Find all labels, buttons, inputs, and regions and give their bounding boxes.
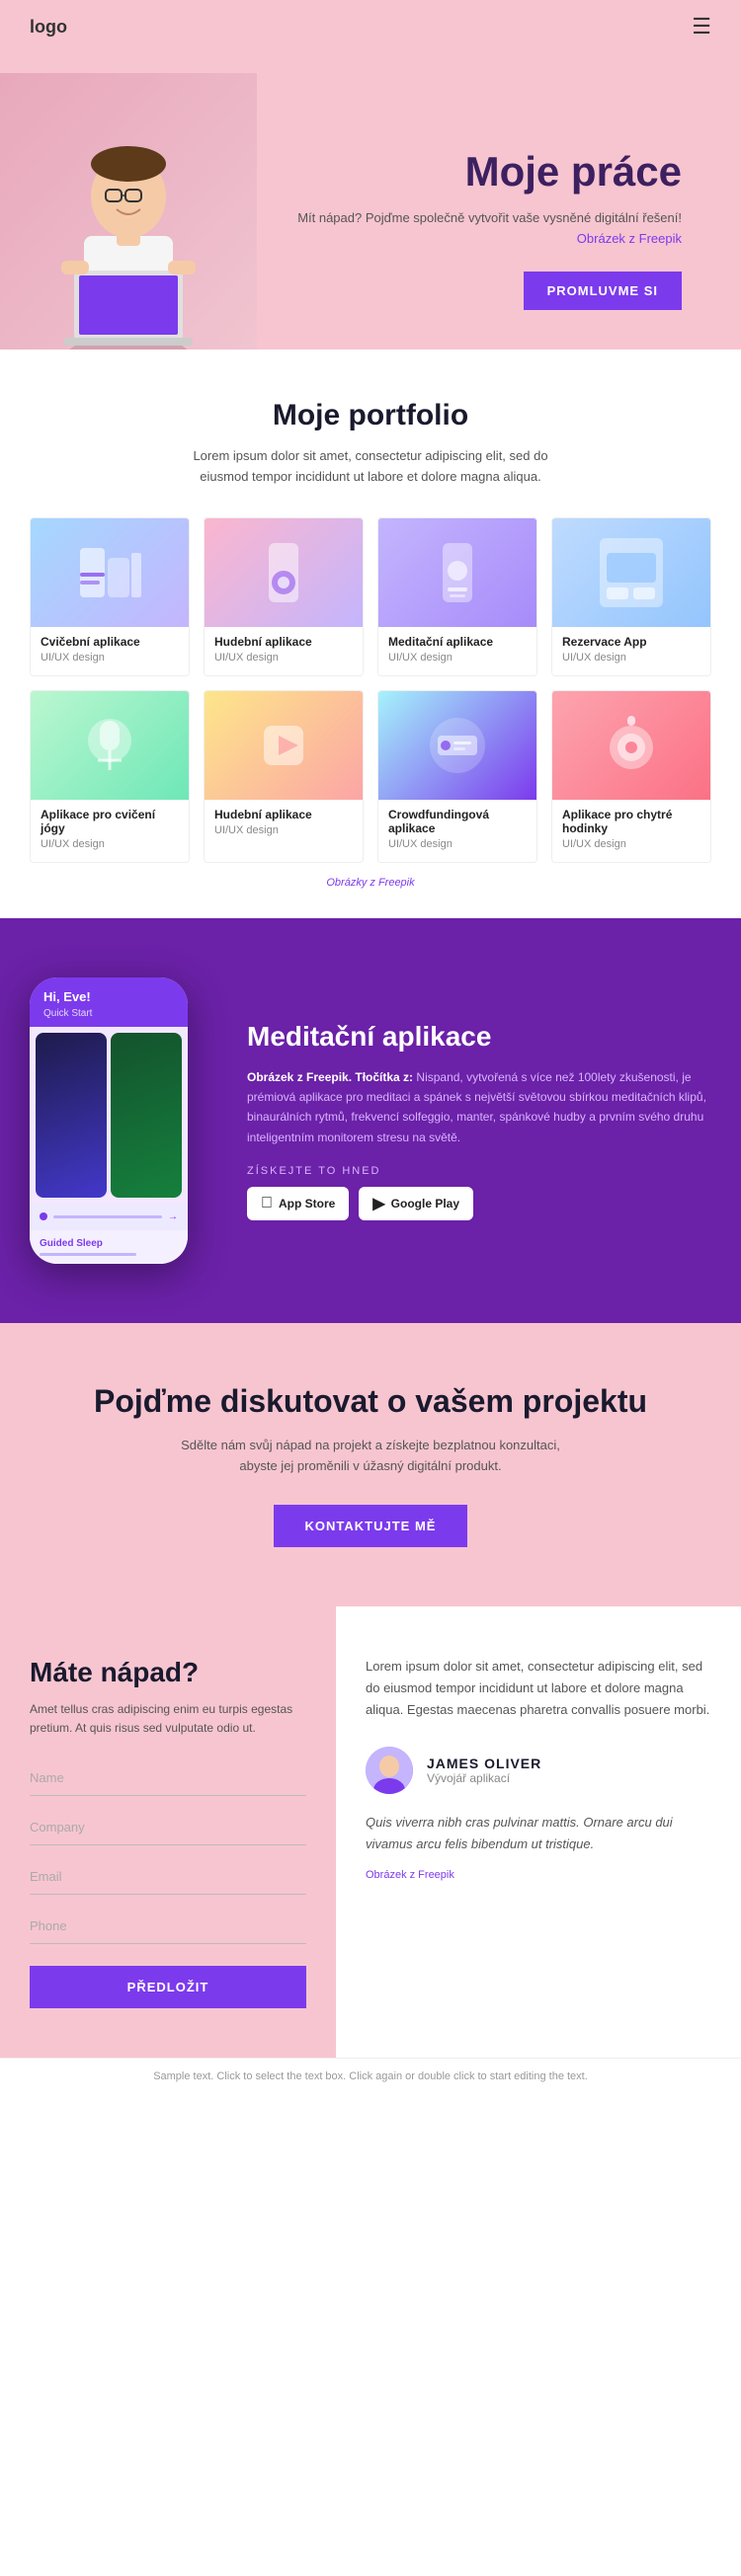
phone-greeting: Hi, Eve! [43,989,174,1004]
portfolio-card-name-1: Cvičební aplikace [41,635,179,649]
portfolio-card-name-7: Crowdfundingová aplikace [388,808,527,835]
portfolio-card-type-3: UI/UX design [388,652,527,664]
portfolio-description: Lorem ipsum dolor sit amet, consectetur … [173,446,568,488]
contact-button[interactable]: KONTAKTUJTE MĚ [274,1505,468,1547]
submit-button[interactable]: PŘEDLOŽIT [30,1966,306,2008]
footer: Sample text. Click to select the text bo… [0,2058,741,2094]
portfolio-card-5[interactable]: Aplikace pro cvičení jógy UI/UX design [30,690,190,863]
apple-icon:  [261,1195,273,1212]
contact-info-text: Lorem ipsum dolor sit amet, consectetur … [366,1656,711,1721]
hero-description: Mít nápad? Pojďme společně vytvořit vaše… [287,208,682,250]
portfolio-card-type-6: UI/UX design [214,824,353,836]
portfolio-card-name-5: Aplikace pro cvičení jógy [41,808,179,835]
logo: logo [30,17,67,38]
hamburger-menu-icon[interactable]: ☰ [692,14,711,39]
portfolio-grid-row2: Aplikace pro cvičení jógy UI/UX design H… [30,690,711,863]
store-buttons:  App Store ▶ Google Play [247,1187,711,1220]
portfolio-card-img-7 [378,691,536,800]
portfolio-title: Moje portfolio [30,399,711,432]
portfolio-card-4[interactable]: Rezervace App UI/UX design [551,517,711,676]
portfolio-card-type-8: UI/UX design [562,838,700,850]
phone-screen: Hi, Eve! Quick Start → Guided Sleep [30,977,188,1264]
portfolio-card-name-8: Aplikace pro chytré hodinky [562,808,700,835]
googleplay-icon: ▶ [372,1194,384,1213]
meditation-section: Hi, Eve! Quick Start → Guided Sleep Medi… [0,918,741,1323]
testimonial-credit: Obrázek z Freepik [366,1869,711,1881]
portfolio-card-6[interactable]: Hudební aplikace UI/UX design [204,690,364,863]
portfolio-card-type-1: UI/UX design [41,652,179,664]
portfolio-credit: Obrázky z Freepik [30,877,711,889]
hero-title: Moje práce [287,149,682,195]
name-input[interactable] [30,1760,306,1796]
footer-sample-text: Sample text. Click to select the text bo… [153,2070,588,2082]
hero-cta-button[interactable]: PROMLUVME SI [524,272,682,310]
portfolio-card-img-8 [552,691,710,800]
portfolio-card-type-2: UI/UX design [214,652,353,664]
discuss-description: Sdělte nám svůj nápad na projekt a získe… [163,1436,578,1477]
portfolio-card-type-7: UI/UX design [388,838,527,850]
get-now-label: ZÍSKEJTE TO HNED [247,1165,711,1177]
portfolio-card-img-1 [31,518,189,627]
portfolio-card-img-4 [552,518,710,627]
portfolio-card-name-4: Rezervace App [562,635,700,649]
portfolio-card-1[interactable]: Cvičební aplikace UI/UX design [30,517,190,676]
contact-form-title: Máte nápad? [30,1656,306,1689]
portfolio-freepik-link[interactable]: Obrázky z Freepik [326,877,414,889]
portfolio-card-8[interactable]: Aplikace pro chytré hodinky UI/UX design [551,690,711,863]
portfolio-card-img-6 [205,691,363,800]
googleplay-button[interactable]: ▶ Google Play [359,1187,473,1220]
contact-form-side: Máte nápad? Amet tellus cras adipiscing … [0,1606,336,2058]
testimonial-freepik-link[interactable]: Obrázek z Freepik [366,1869,454,1881]
hero-content: Moje práce Mít nápad? Pojďme společně vy… [257,110,701,350]
meditation-title: Meditační aplikace [247,1020,711,1054]
portfolio-grid: Cvičební aplikace UI/UX design Hudební a… [30,517,711,676]
portfolio-card-type-4: UI/UX design [562,652,700,664]
portfolio-card-name-2: Hudební aplikace [214,635,353,649]
author-name: JAMES OLIVER [427,1756,541,1771]
portfolio-card-3[interactable]: Meditační aplikace UI/UX design [377,517,537,676]
testimonial-author: JAMES OLIVER Vývojář aplikací [366,1747,711,1794]
meditation-content: Meditační aplikace Obrázek z Freepik. Tł… [247,1020,711,1220]
meditation-description: Obrázek z Freepik. Tłočítka z: Nispand, … [247,1067,711,1148]
contact-section: Máte nápad? Amet tellus cras adipiscing … [0,1606,741,2058]
contact-form-description: Amet tellus cras adipiscing enim eu turp… [30,1700,306,1738]
appstore-button[interactable]:  App Store [247,1187,349,1220]
portfolio-card-2[interactable]: Hudební aplikace UI/UX design [204,517,364,676]
testimonial-quote: Quis viverra nibh cras pulvinar mattis. … [366,1812,711,1855]
portfolio-card-img-5 [31,691,189,800]
contact-form: PŘEDLOŽIT [30,1760,306,2008]
phone-input[interactable] [30,1909,306,1944]
portfolio-card-name-6: Hudební aplikace [214,808,353,821]
meditation-phone-mockup: Hi, Eve! Quick Start → Guided Sleep [30,977,207,1264]
portfolio-card-7[interactable]: Crowdfundingová aplikace UI/UX design [377,690,537,863]
portfolio-section: Moje portfolio Lorem ipsum dolor sit ame… [0,350,741,918]
hero-section: Moje práce Mít nápad? Pojďme společně vy… [0,53,741,350]
email-input[interactable] [30,1859,306,1895]
discuss-section: Pojďme diskutovat o vašem projektu Sdělt… [0,1323,741,1606]
author-avatar [366,1747,413,1794]
portfolio-card-img-3 [378,518,536,627]
discuss-title: Pojďme diskutovat o vašem projektu [30,1382,711,1420]
author-role: Vývojář aplikací [427,1771,541,1785]
header: logo ☰ [0,0,741,53]
portfolio-card-type-5: UI/UX design [41,838,179,850]
contact-info-side: Lorem ipsum dolor sit amet, consectetur … [336,1606,741,2058]
portfolio-card-img-2 [205,518,363,627]
hero-freepik-link[interactable]: Obrázek z Freepik [577,231,682,246]
hero-image [0,73,257,350]
portfolio-card-name-3: Meditační aplikace [388,635,527,649]
company-input[interactable] [30,1810,306,1845]
